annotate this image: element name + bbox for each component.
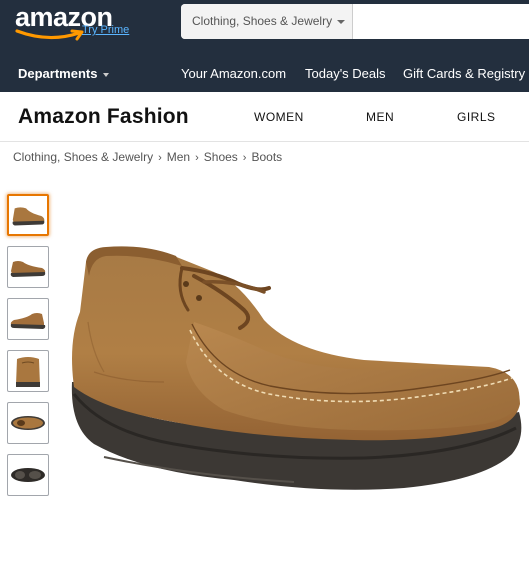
boot-thumbnail-icon — [16, 357, 40, 387]
nav-link-todays-deals[interactable]: Today's Deals — [305, 66, 386, 81]
chevron-right-icon: › — [158, 152, 162, 164]
thumbnail-top[interactable] — [7, 402, 49, 444]
thumbnail-back[interactable] — [7, 350, 49, 392]
category-men[interactable]: MEN — [366, 110, 394, 124]
fashion-subnav: Amazon Fashion WOMEN MEN GIRLS — [0, 92, 529, 142]
search-input[interactable] — [353, 4, 529, 39]
search-bar: Clothing, Shoes & Jewelry — [181, 4, 529, 39]
boot-thumbnail-icon — [10, 261, 46, 277]
thumbnail-sole[interactable] — [7, 454, 49, 496]
breadcrumb-item[interactable]: Men — [167, 150, 190, 164]
chevron-right-icon: › — [242, 152, 247, 164]
category-girls[interactable]: GIRLS — [457, 110, 496, 124]
boot-thumbnail-icon — [11, 468, 45, 482]
departments-menu[interactable]: Departments — [18, 66, 110, 81]
thumbnail-side-reverse[interactable] — [7, 298, 49, 340]
chevron-right-icon: › — [195, 152, 199, 164]
chukka-boot-image — [71, 246, 522, 490]
category-women[interactable]: WOMEN — [254, 110, 304, 124]
breadcrumb-item[interactable]: Boots — [251, 150, 282, 164]
smile-arrow-icon — [15, 29, 84, 41]
try-prime-link[interactable]: Try Prime — [82, 24, 129, 36]
search-category-label: Clothing, Shoes & Jewelry — [192, 14, 333, 28]
amazon-logo[interactable]: amazon Try Prime — [13, 2, 143, 42]
breadcrumb: Clothing, Shoes & Jewelry › Men › Shoes › Boot… — [13, 150, 282, 164]
main-product-image[interactable] — [64, 232, 529, 502]
nav-link-gift-cards[interactable]: Gift Cards & Registry — [403, 66, 525, 81]
thumbnail-side-alt[interactable] — [7, 246, 49, 288]
thumbnail-side[interactable] — [7, 194, 49, 236]
departments-label: Departments — [18, 66, 98, 81]
search-category-dropdown[interactable]: Clothing, Shoes & Jewelry — [181, 4, 353, 39]
breadcrumb-item[interactable]: Clothing, Shoes & Jewelry — [13, 150, 153, 164]
boot-thumbnail-icon — [10, 313, 46, 329]
boot-thumbnail-icon — [12, 207, 45, 226]
chevron-down-icon — [337, 19, 346, 24]
chevron-down-icon — [103, 72, 110, 77]
breadcrumb-item[interactable]: Shoes — [204, 150, 238, 164]
fashion-title[interactable]: Amazon Fashion — [18, 105, 189, 129]
nav-link-your-amazon[interactable]: Your Amazon.com — [181, 66, 286, 81]
boot-thumbnail-icon — [11, 416, 45, 430]
top-nav: amazon Try Prime Clothing, Shoes & Jewel… — [0, 0, 529, 92]
